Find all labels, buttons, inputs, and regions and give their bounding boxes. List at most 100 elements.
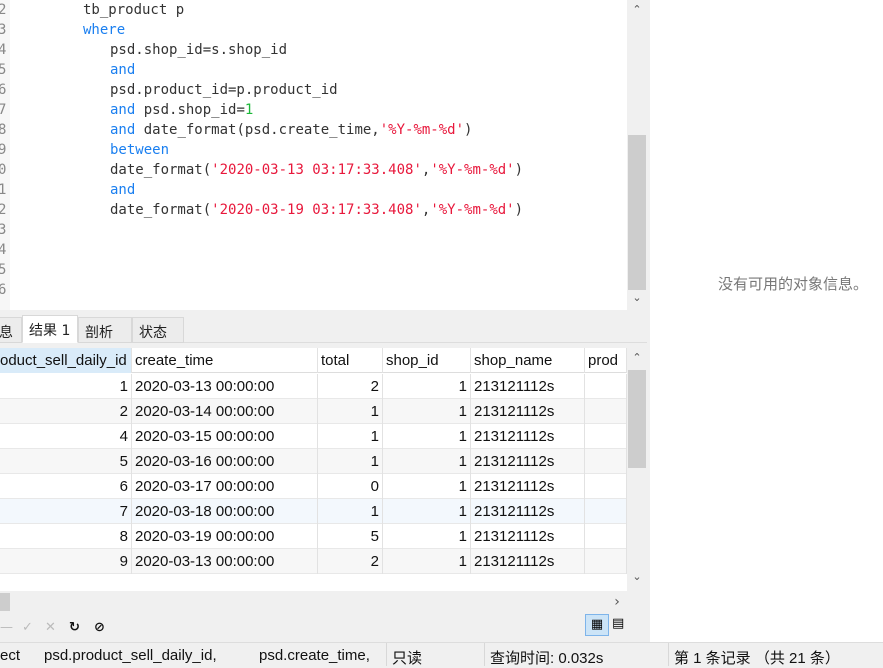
tab-profile[interactable]: 剖析 — [78, 317, 132, 343]
table-cell[interactable]: 6 — [0, 474, 132, 499]
table-cell[interactable]: 2020-03-14 00:00:00 — [132, 399, 318, 424]
table-cell[interactable]: 2020-03-19 00:00:00 — [132, 524, 318, 549]
check-icon[interactable]: ✓ — [22, 620, 33, 635]
hscrollbar-thumb[interactable] — [0, 593, 10, 611]
line-number: 1 — [0, 182, 7, 198]
table-row[interactable]: 5 2020-03-16 00:00:00 1 1 213121112s — [0, 449, 627, 474]
code-line: psd.shop_id=s.shop_id — [110, 42, 287, 58]
grid-view-icon[interactable]: ▦ — [585, 614, 609, 636]
grid-scrollbar[interactable]: ⌃ ⌄ — [627, 348, 647, 591]
table-cell[interactable]: 213121112s — [471, 374, 585, 399]
tab-info[interactable]: 息 — [0, 317, 22, 343]
table-cell[interactable]: 2020-03-18 00:00:00 — [132, 499, 318, 524]
code-token: and — [110, 122, 136, 138]
table-row[interactable]: 2 2020-03-14 00:00:00 1 1 213121112s — [0, 399, 627, 424]
table-cell[interactable]: 5 — [318, 524, 383, 549]
code-token: date_format( — [110, 162, 212, 178]
table-cell[interactable]: 1 — [383, 474, 471, 499]
grid-header: oduct_sell_daily_id create_time total shop_… — [0, 348, 627, 373]
table-cell[interactable]: 2 — [318, 374, 383, 399]
table-cell[interactable]: 1 — [383, 524, 471, 549]
scrollbar-thumb[interactable] — [628, 135, 646, 290]
table-cell[interactable]: 2020-03-13 00:00:00 — [132, 549, 318, 574]
column-header[interactable]: oduct_sell_daily_id — [0, 348, 132, 373]
column-header[interactable]: shop_id — [383, 348, 471, 373]
code-token: psd.shop_id= — [135, 102, 245, 118]
code-line: date_format('2020-03-19 03:17:33.408','%… — [110, 202, 523, 218]
scroll-down-icon[interactable]: ⌄ — [627, 291, 647, 304]
scroll-up-icon[interactable]: ⌃ — [627, 3, 647, 16]
tab-status[interactable]: 状态 — [132, 317, 184, 343]
table-cell[interactable]: 4 — [0, 424, 132, 449]
minus-icon[interactable]: — — [0, 620, 13, 635]
sql-editor[interactable]: 2 3 4 5 6 7 8 9 0 1 2 3 4 5 6 tb_product p where psd.sho… — [0, 0, 627, 310]
table-cell[interactable]: 1 — [0, 374, 132, 399]
table-cell[interactable] — [585, 424, 627, 449]
column-header[interactable]: prod — [585, 348, 627, 373]
table-cell[interactable] — [585, 399, 627, 424]
table-cell[interactable]: 2020-03-17 00:00:00 — [132, 474, 318, 499]
scroll-down-icon[interactable]: ⌄ — [627, 570, 647, 583]
column-header[interactable]: create_time — [132, 348, 318, 373]
result-grid[interactable]: oduct_sell_daily_id create_time total shop_… — [0, 348, 627, 591]
table-cell[interactable] — [585, 499, 627, 524]
table-cell[interactable] — [585, 374, 627, 399]
table-cell[interactable]: 1 — [383, 424, 471, 449]
table-cell[interactable]: 213121112s — [471, 449, 585, 474]
table-cell[interactable]: 8 — [0, 524, 132, 549]
code-line: and psd.shop_id=1 — [110, 102, 253, 118]
table-cell[interactable]: 0 — [318, 474, 383, 499]
table-row[interactable]: 9 2020-03-13 00:00:00 2 1 213121112s — [0, 549, 627, 574]
column-header[interactable]: total — [318, 348, 383, 373]
table-cell[interactable]: 1 — [318, 449, 383, 474]
table-cell[interactable] — [585, 524, 627, 549]
cross-icon[interactable]: ✕ — [45, 620, 56, 635]
line-number: 4 — [0, 42, 7, 58]
table-cell[interactable]: 2 — [0, 399, 132, 424]
table-cell[interactable]: 213121112s — [471, 524, 585, 549]
status-bar: ect psd.product_sell_daily_id, psd.creat… — [0, 642, 883, 667]
table-cell[interactable]: 7 — [0, 499, 132, 524]
tab-result-1[interactable]: 结果 1 — [22, 315, 78, 343]
table-cell[interactable]: 2020-03-15 00:00:00 — [132, 424, 318, 449]
table-cell[interactable]: 1 — [318, 499, 383, 524]
table-cell[interactable]: 213121112s — [471, 424, 585, 449]
form-view-icon[interactable]: ▤ — [612, 614, 624, 634]
code-line: psd.product_id=p.product_id — [110, 82, 338, 98]
scroll-right-icon[interactable]: › — [607, 594, 627, 610]
table-cell[interactable]: 1 — [383, 449, 471, 474]
table-cell[interactable]: 5 — [0, 449, 132, 474]
table-cell[interactable]: 213121112s — [471, 549, 585, 574]
table-row[interactable]: 4 2020-03-15 00:00:00 1 1 213121112s — [0, 424, 627, 449]
table-cell[interactable] — [585, 449, 627, 474]
refresh-icon[interactable]: ↻ — [69, 620, 80, 635]
scroll-up-icon[interactable]: ⌃ — [627, 351, 647, 364]
table-cell[interactable]: 213121112s — [471, 399, 585, 424]
table-cell[interactable]: 1 — [383, 399, 471, 424]
table-cell[interactable] — [585, 474, 627, 499]
table-cell[interactable]: 213121112s — [471, 499, 585, 524]
grid-hscrollbar[interactable]: › — [0, 592, 627, 612]
table-cell[interactable]: 1 — [383, 499, 471, 524]
table-cell[interactable]: 213121112s — [471, 474, 585, 499]
table-cell[interactable]: 1 — [383, 549, 471, 574]
table-cell[interactable]: 1 — [383, 374, 471, 399]
status-sql-prefix: ect — [0, 647, 21, 664]
table-cell[interactable]: 2020-03-16 00:00:00 — [132, 449, 318, 474]
table-cell[interactable] — [585, 549, 627, 574]
table-cell[interactable]: 2020-03-13 00:00:00 — [132, 374, 318, 399]
code-line: and date_format(psd.create_time,'%Y-%m-%… — [110, 122, 472, 138]
stop-icon[interactable]: ⊘ — [94, 620, 105, 635]
table-row[interactable]: 6 2020-03-17 00:00:00 0 1 213121112s — [0, 474, 627, 499]
table-cell[interactable]: 1 — [318, 399, 383, 424]
scrollbar-thumb[interactable] — [628, 370, 646, 468]
code-line: tb_product p — [83, 2, 184, 18]
editor-scrollbar[interactable]: ⌃ ⌄ — [627, 0, 647, 310]
table-row[interactable]: 1 2020-03-13 00:00:00 2 1 213121112s — [0, 374, 627, 399]
table-row[interactable]: 7 2020-03-18 00:00:00 1 1 213121112s — [0, 499, 627, 524]
table-cell[interactable]: 2 — [318, 549, 383, 574]
table-cell[interactable]: 9 — [0, 549, 132, 574]
column-header[interactable]: shop_name — [471, 348, 585, 373]
table-row[interactable]: 8 2020-03-19 00:00:00 5 1 213121112s — [0, 524, 627, 549]
table-cell[interactable]: 1 — [318, 424, 383, 449]
